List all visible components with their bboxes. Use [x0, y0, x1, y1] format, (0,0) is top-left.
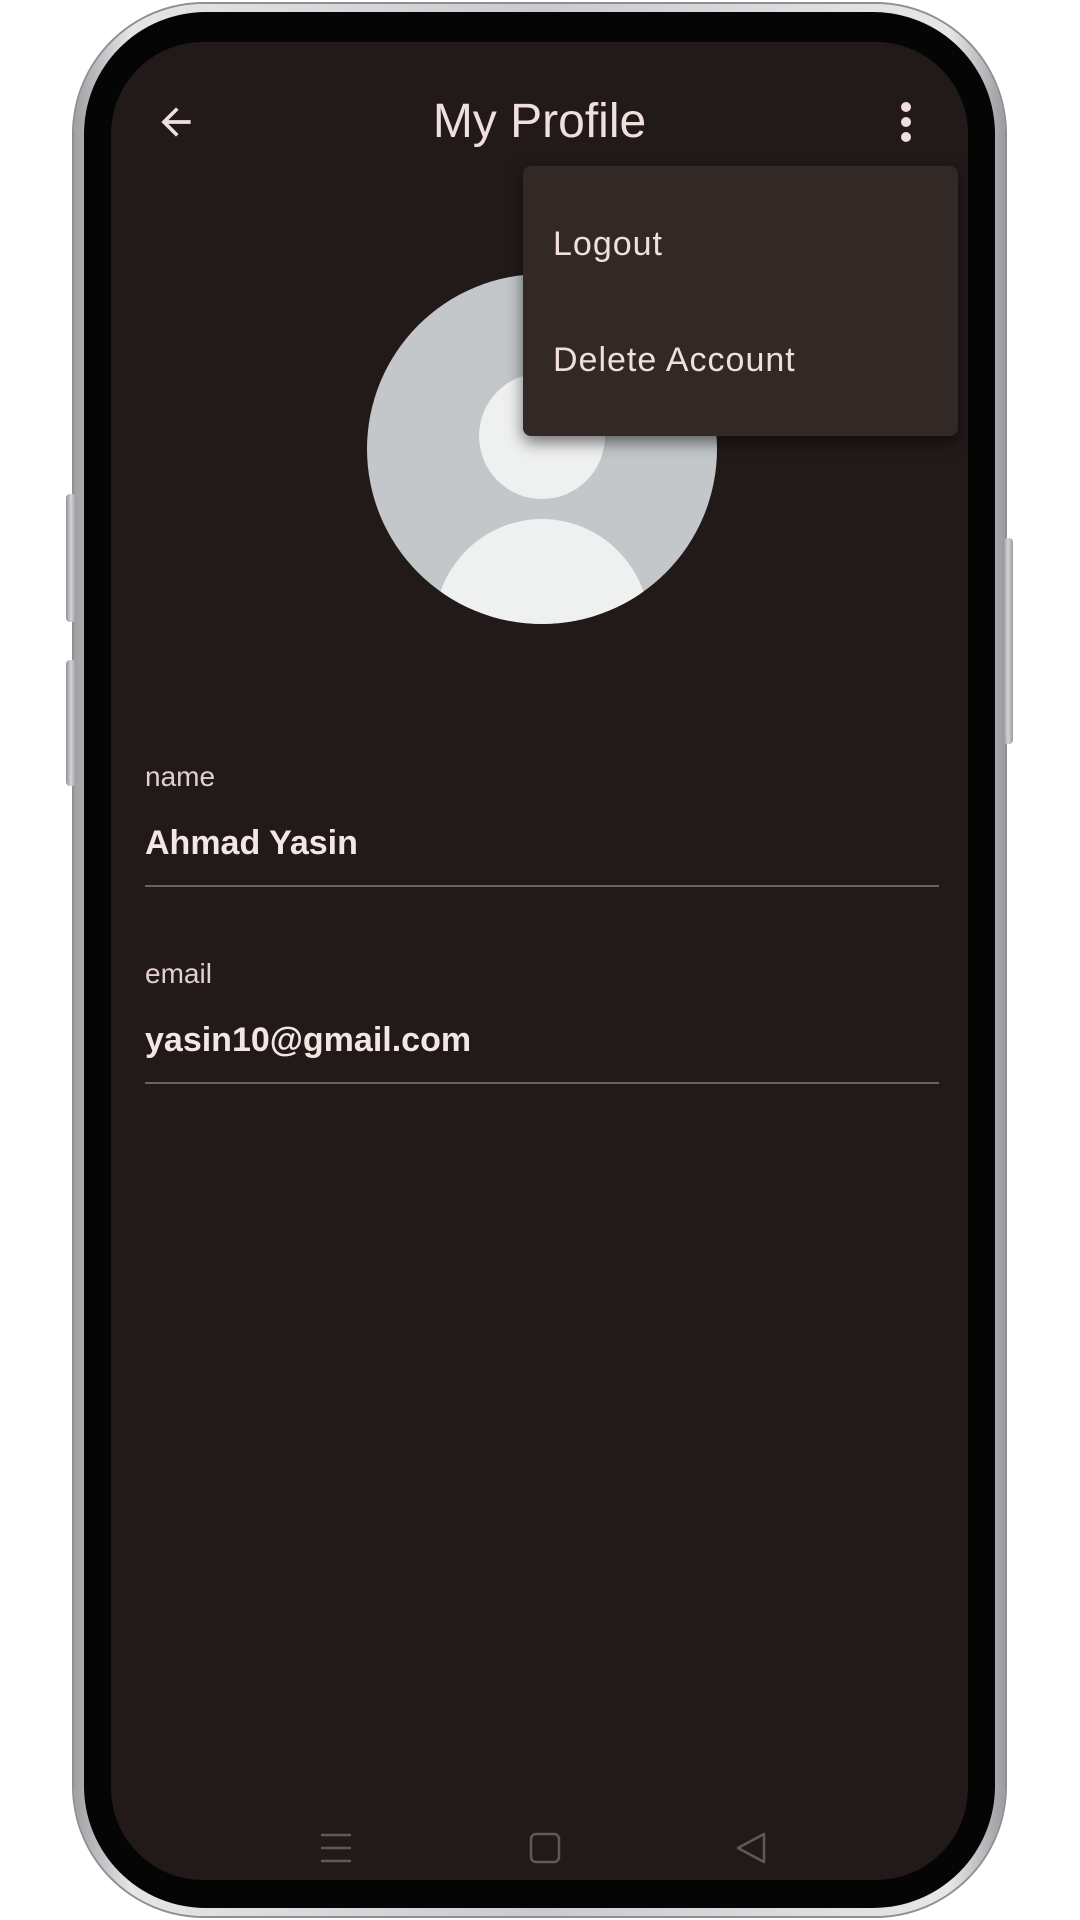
name-label: name	[145, 761, 216, 792]
more-options-button[interactable]	[881, 92, 931, 152]
power-button	[1003, 538, 1013, 744]
home-icon	[529, 1832, 561, 1864]
more-vert-icon	[901, 102, 911, 112]
menu-icon	[321, 1833, 351, 1863]
name-underline	[145, 885, 939, 887]
back-triangle-icon	[736, 1832, 766, 1864]
page-title: My Profile	[432, 95, 647, 148]
nav-back-button[interactable]	[731, 1828, 771, 1868]
nav-home-button[interactable]	[525, 1828, 565, 1868]
email-underline	[145, 1082, 939, 1084]
volume-up-button	[66, 494, 76, 622]
menu-item-logout[interactable]: Logout	[523, 186, 958, 302]
name-field[interactable]: name Ahmad Yasin	[145, 760, 939, 887]
email-value[interactable]: yasin10@gmail.com	[145, 1019, 939, 1061]
screen: My Profile name Ahmad Yasin email yasin1…	[111, 42, 968, 1880]
nav-menu-button[interactable]	[316, 1828, 356, 1868]
page: My Profile name Ahmad Yasin email yasin1…	[0, 0, 1080, 1920]
avatar-body-shape	[434, 519, 650, 624]
email-label: email	[145, 958, 212, 989]
menu-item-delete-account[interactable]: Delete Account	[523, 302, 958, 418]
overflow-menu: Logout Delete Account	[523, 166, 958, 436]
name-value[interactable]: Ahmad Yasin	[145, 822, 939, 864]
email-field[interactable]: email yasin10@gmail.com	[145, 957, 939, 1084]
volume-down-button	[66, 660, 76, 786]
